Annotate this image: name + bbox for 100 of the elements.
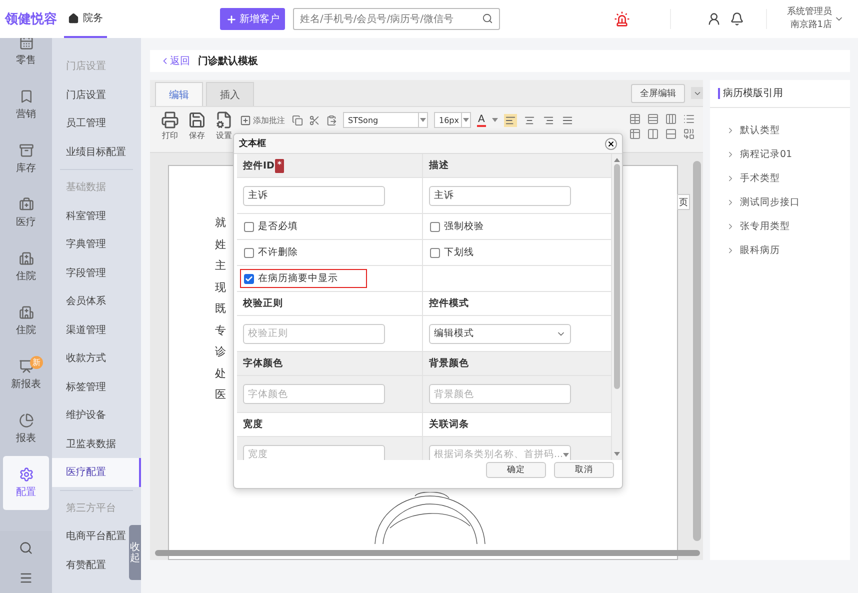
menu-item[interactable]: 字段管理 [52,258,108,287]
fullscreen-button[interactable]: 全屏编辑 [631,84,685,102]
template-item[interactable]: 测试同步接口 [710,190,850,214]
document-text: 诊 [215,344,226,360]
menu-item[interactable]: 字典管理 [52,230,108,258]
editor-tab[interactable]: 插入 [206,82,254,106]
hospital-icon [18,251,34,266]
search-icon [482,13,493,24]
cancel-button[interactable]: 取消 [554,462,614,478]
document-text: 处 [215,366,226,382]
input-field[interactable]: 字体颜色 [243,384,385,404]
input-field[interactable]: 主诉 [429,186,571,206]
new-customer-button[interactable]: 新增客户 [220,8,285,30]
caret-icon [614,452,620,456]
add-comment-button[interactable]: 添加批注 [239,114,286,126]
menu-item[interactable]: 维护设备 [52,401,108,430]
menu-item[interactable]: 有赞配置 [52,550,108,579]
menu-item[interactable]: 门店设置 [52,80,108,109]
alarm-icon[interactable] [614,11,630,27]
chevron-right-icon [726,150,735,158]
page-title: 门诊默认模板 [198,54,258,68]
editor-tab[interactable]: 编辑 [155,82,203,106]
checkbox[interactable] [430,248,440,258]
checkbox[interactable] [430,222,440,232]
rail-item[interactable]: 新 新报表 [3,348,49,402]
font-color-button[interactable]: A [477,114,486,126]
rail-item[interactable]: 配置 [3,456,49,510]
size-select[interactable]: 16px [434,112,471,128]
paste-icon[interactable] [326,114,337,126]
field-label: 关联词条 [429,418,469,431]
menu-item[interactable]: 医疗配置 [52,458,141,486]
rows-icon[interactable] [647,113,659,125]
font-select[interactable]: STSong [343,112,428,128]
rail-item[interactable]: 医疗 [3,186,49,240]
rail-item[interactable]: 零售 [3,38,49,78]
rail-item[interactable]: 住院 [3,240,49,294]
checkbox[interactable] [244,274,254,284]
rail-item[interactable]: 营销 [3,78,49,132]
align-left-icon[interactable] [504,114,517,126]
table-icon[interactable] [629,128,641,140]
document-text: 医 [215,387,226,403]
select-field[interactable]: 编辑模式 [429,324,571,344]
menu-item[interactable]: 渠道管理 [52,316,108,344]
settings-button[interactable]: 设置 [212,111,236,152]
close-icon [607,140,615,148]
input-field[interactable]: 宽度 [243,444,385,460]
field-label: 控件模式 [429,297,469,310]
cut-icon[interactable] [309,114,320,126]
checkbox[interactable] [244,248,254,258]
template-item[interactable]: 张专用类型 [710,214,850,238]
input-field[interactable]: 背景颜色 [429,384,571,404]
menu-item[interactable]: 卫监表数据 [52,430,118,458]
input-field[interactable]: 校验正则 [243,324,385,344]
rail-item[interactable]: 报表 [3,402,49,456]
document-text: 既 [215,301,226,317]
columns-icon[interactable] [647,128,659,140]
presentation-board-icon [18,359,34,374]
field-label: 校验正则 [243,297,283,310]
menu-item[interactable]: 电商平台配置 [52,522,128,550]
table-icon[interactable] [629,113,641,125]
back-link[interactable]: 返回 [160,54,190,68]
dialog-title: 文本框 [239,137,266,150]
menu-item[interactable]: 会员体系 [52,287,108,316]
input-field[interactable]: 主诉 [243,186,385,206]
search-field[interactable]: 姓名/手机号/会员号/病历号/微信号 [293,8,500,30]
square-plus-icon [240,114,251,126]
search-icon[interactable] [19,541,33,555]
checkbox-label: 是否必填 [258,220,298,233]
user-icon[interactable] [707,12,721,26]
columns-icon[interactable] [665,113,677,125]
menu-item[interactable]: 标签管理 [52,372,108,401]
save-button[interactable]: 保存 [185,111,209,152]
menu-item[interactable]: 科室管理 [52,202,108,230]
caret-icon[interactable] [492,118,498,122]
rows-icon[interactable] [665,128,677,140]
menu-item[interactable]: 业绩目标配置 [52,138,128,166]
chevron-right-icon [726,246,735,254]
menu-item[interactable]: 员工管理 [52,109,108,138]
caret-icon [420,118,426,122]
bell-icon[interactable] [730,12,744,26]
template-item[interactable]: 眼科病历 [710,238,850,262]
collapse-toggle[interactable] [691,87,703,99]
rail-item[interactable]: 住院 [3,294,49,348]
field-label: 描述 [429,159,449,172]
checkbox[interactable] [244,222,254,232]
menu-item[interactable]: 收款方式 [52,344,108,372]
rail-item[interactable]: 库存 [3,132,49,186]
copy-icon[interactable] [292,114,303,126]
confirm-button[interactable]: 确定 [486,462,546,478]
settings-icon [18,467,34,482]
print-button[interactable]: 打印 [158,111,182,152]
page-header-tab[interactable]: 页 [677,194,690,210]
template-item[interactable]: 默认类型 [710,118,850,142]
close-button[interactable] [605,138,617,150]
template-item[interactable]: 病程记录01 [710,142,850,166]
menu-icon[interactable] [19,571,33,585]
archive-box-icon [18,143,34,158]
caret-icon [463,118,469,122]
template-item[interactable]: 手术类型 [710,166,850,190]
merge-cells-icon[interactable] [683,128,695,140]
